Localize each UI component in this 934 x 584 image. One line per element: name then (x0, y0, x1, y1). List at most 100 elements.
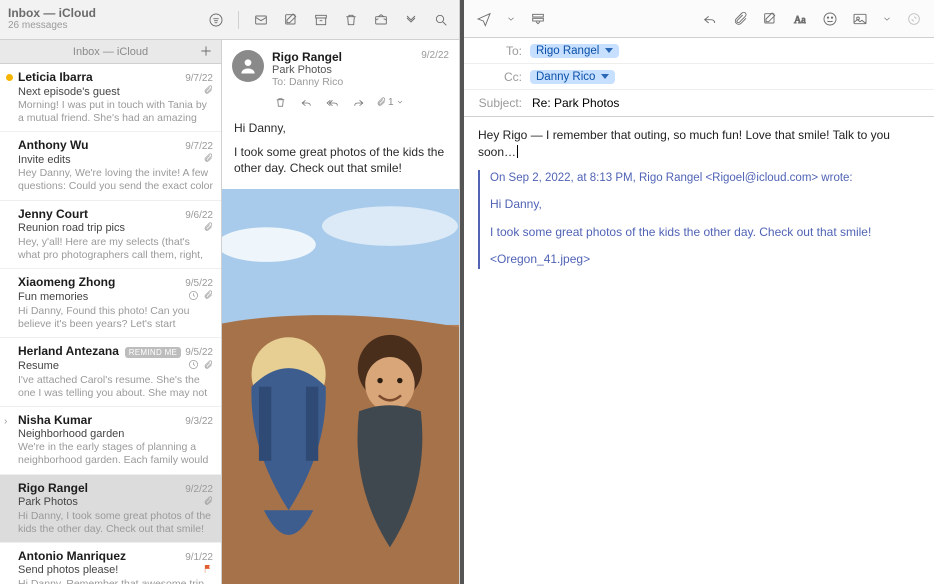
emoji-icon[interactable] (822, 11, 838, 27)
send-later-icon (188, 290, 199, 304)
quote-attachment: <Oregon_41.jpeg> (490, 251, 920, 268)
mailbox-title: Inbox — iCloud (8, 6, 96, 20)
subject-input[interactable] (530, 95, 922, 111)
message-subject: Invite edits (18, 154, 199, 166)
message-subject: Next episode's guest (18, 86, 199, 98)
send-later-icon (188, 359, 199, 373)
quote-line-2: I took some great photos of the kids the… (490, 224, 920, 241)
archive-icon[interactable] (313, 12, 329, 28)
new-message-icon[interactable] (253, 12, 269, 28)
attachment-clip-icon (203, 360, 213, 373)
message-preview-text: Hi Danny, I took some great photos of th… (18, 510, 213, 536)
message-subject: Resume (18, 360, 184, 372)
remind-me-badge: REMIND ME (125, 347, 181, 358)
message-list-item[interactable]: Jenny Court9/6/22Reunion road trip picsH… (0, 201, 221, 269)
preview-body: Hi Danny, I took some great photos of th… (222, 116, 459, 189)
preview-attachment-image[interactable] (222, 189, 459, 584)
attachment-clip-icon (203, 290, 213, 303)
compose-body[interactable]: Hey Rigo — I remember that outing, so mu… (464, 117, 934, 584)
link-icon[interactable] (906, 11, 922, 27)
reply-icon[interactable] (702, 11, 718, 27)
message-date: 9/6/22 (185, 210, 213, 221)
message-sender: Antonio Manriquez (18, 549, 126, 563)
mailbox-title-block: Inbox — iCloud 26 messages (8, 6, 96, 31)
message-date: 9/5/22 (185, 347, 213, 358)
search-icon[interactable] (433, 12, 449, 28)
photo-browser-icon[interactable] (852, 11, 868, 27)
message-subject: Send photos please! (18, 564, 199, 576)
thread-chevron-icon[interactable]: › (4, 416, 7, 427)
preview-reply-icon[interactable] (298, 94, 314, 110)
add-mailbox-icon[interactable] (197, 42, 215, 60)
header-fields-icon[interactable] (530, 11, 546, 27)
mail-toolbar: Inbox — iCloud 26 messages (0, 0, 459, 40)
subject-field-row[interactable]: Subject: (464, 90, 934, 116)
to-label: To: (476, 44, 530, 58)
preview-greeting: Hi Danny, (234, 120, 447, 136)
message-sender: Herland Antezana (18, 344, 119, 358)
preview-trash-icon[interactable] (272, 94, 288, 110)
message-subject: Reunion road trip pics (18, 222, 199, 234)
message-list-item[interactable]: Antonio Manriquez9/1/22Send photos pleas… (0, 543, 221, 584)
mailbox-subtitle: 26 messages (8, 20, 96, 31)
photo-browser-chevron-icon[interactable] (882, 11, 892, 27)
preview-to: To: Danny Rico (272, 76, 413, 88)
preview-body-text: I took some great photos of the kids the… (234, 144, 447, 176)
message-list-item[interactable]: Anthony Wu9/7/22Invite editsHey Danny, W… (0, 132, 221, 200)
compose-header-fields: To: Rigo Rangel Cc: Danny Rico Subject: (464, 38, 934, 117)
attachment-clip-icon (203, 153, 213, 166)
message-subject: Neighborhood garden (18, 428, 213, 440)
message-sender: Anthony Wu (18, 138, 88, 152)
message-date: 9/7/22 (185, 73, 213, 84)
message-subject: Fun memories (18, 291, 184, 303)
message-sender: Leticia Ibarra (18, 70, 93, 84)
attachment-indicator[interactable]: 1 (376, 97, 404, 108)
compose-reply-text[interactable]: Hey Rigo — I remember that outing, so mu… (478, 128, 890, 159)
message-list-item[interactable]: Rigo Rangel9/2/22Park PhotosHi Danny, I … (0, 475, 221, 543)
cc-field-row[interactable]: Cc: Danny Rico (464, 64, 934, 90)
quote-line-1: Hi Danny, (490, 196, 920, 213)
toolbar-divider (238, 11, 239, 29)
format-icon[interactable]: Aa (792, 11, 808, 27)
message-list-item[interactable]: Xiaomeng Zhong9/5/22Fun memoriesHi Danny… (0, 269, 221, 338)
trash-icon[interactable] (343, 12, 359, 28)
preview-action-bar: 1 (222, 92, 459, 116)
message-list-item[interactable]: Herland Antezana REMIND ME 9/5/22Resume I'v… (0, 338, 221, 407)
attachment-clip-icon (203, 85, 213, 98)
message-date: 9/5/22 (185, 278, 213, 289)
message-preview-pane: Rigo Rangel Park Photos To: Danny Rico 9… (222, 40, 459, 584)
message-date: 9/3/22 (185, 416, 213, 427)
junk-icon[interactable] (373, 12, 389, 28)
message-list-scroll[interactable]: Leticia Ibarra 9/7/22 Next episode's guest… (0, 64, 221, 584)
preview-subject: Park Photos (272, 64, 413, 76)
preview-date: 9/2/22 (421, 50, 449, 88)
message-list-header-label: Inbox — iCloud (73, 46, 148, 58)
preview-forward-icon[interactable] (350, 94, 366, 110)
quoted-block: On Sep 2, 2022, at 8:13 PM, Rigo Rangel … (478, 170, 920, 269)
cc-recipient-pill[interactable]: Danny Rico (530, 70, 615, 84)
message-preview-text: I've attached Carol's resume. She's the … (18, 374, 213, 400)
compose-toolbar: Aa (464, 0, 934, 38)
preview-reply-all-icon[interactable] (324, 94, 340, 110)
send-options-chevron-icon[interactable] (506, 11, 516, 27)
sender-avatar (232, 50, 264, 82)
compose-icon[interactable] (283, 12, 299, 28)
message-preview-text: We're in the early stages of planning a … (18, 441, 213, 467)
inline-edit-icon[interactable] (762, 11, 778, 27)
message-preview-text: Hey, y'all! Here are my selects (that's … (18, 236, 213, 262)
flag-icon (203, 564, 213, 577)
to-field-row[interactable]: To: Rigo Rangel (464, 38, 934, 64)
message-list: Inbox — iCloud Leticia Ibarra 9/7/22 Next … (0, 40, 222, 584)
message-list-item[interactable]: Leticia Ibarra 9/7/22 Next episode's guest… (0, 64, 221, 132)
attachment-icon[interactable] (732, 11, 748, 27)
attachment-clip-icon (203, 496, 213, 509)
filter-icon[interactable] (208, 12, 224, 28)
message-sender: Xiaomeng Zhong (18, 275, 115, 289)
preview-sender: Rigo Rangel (272, 50, 413, 64)
send-icon[interactable] (476, 11, 492, 27)
to-recipient-pill[interactable]: Rigo Rangel (530, 44, 619, 58)
message-preview-text: Hi Danny, Remember that awesome trip we … (18, 578, 213, 584)
message-list-item[interactable]: › Nisha Kumar 9/3/22Neighborhood gardenWe'… (0, 407, 221, 474)
more-icon[interactable] (403, 12, 419, 28)
message-sender: Nisha Kumar (18, 413, 92, 427)
